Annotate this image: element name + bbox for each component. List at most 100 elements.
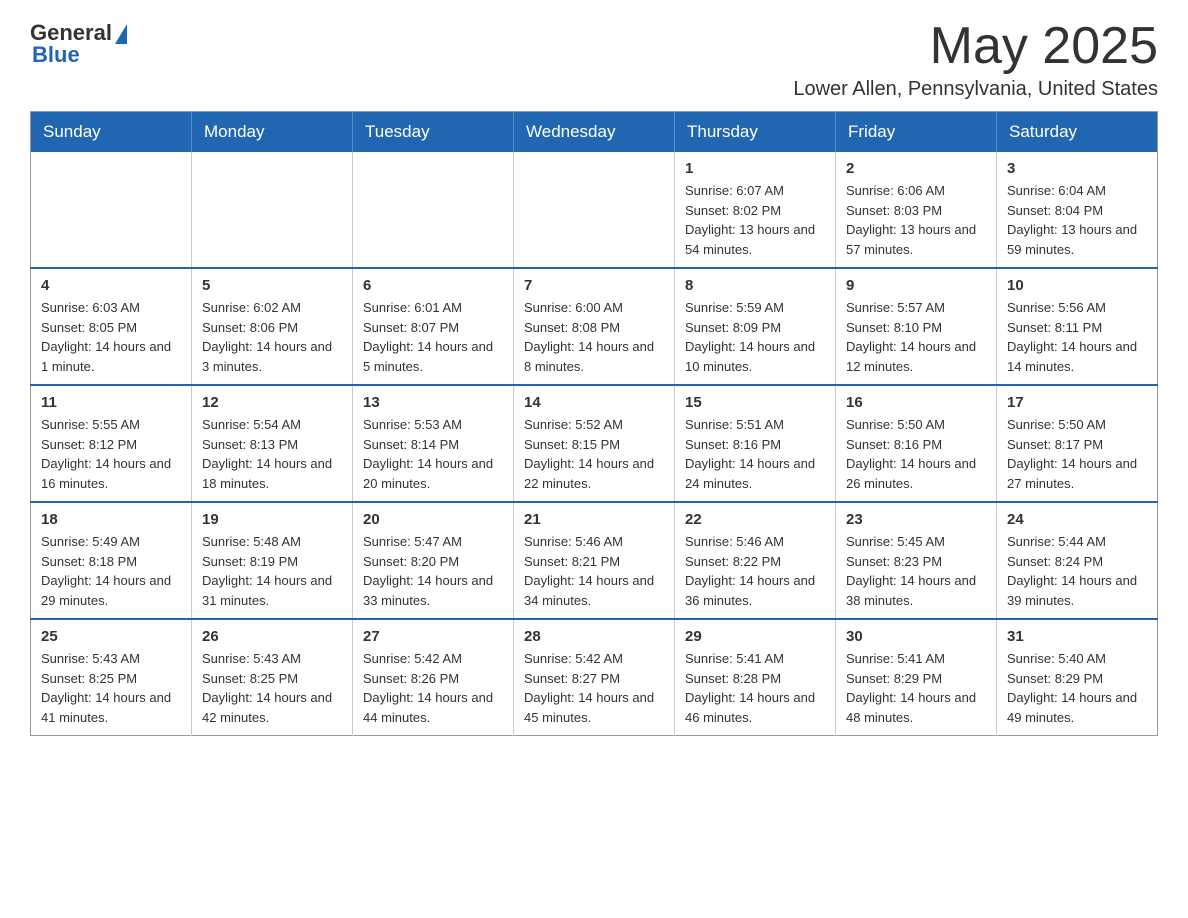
calendar-cell: 31Sunrise: 5:40 AMSunset: 8:29 PMDayligh… (997, 619, 1158, 736)
calendar-cell: 23Sunrise: 5:45 AMSunset: 8:23 PMDayligh… (836, 502, 997, 619)
calendar-cell: 11 Sunrise: 5:55 AMSunset: 8:12 PMDayligh… (31, 385, 192, 502)
day-info: Sunrise: 6:00 AMSunset: 8:08 PMDaylight:… (524, 298, 664, 376)
day-number: 13 (363, 394, 503, 411)
calendar-cell: 13 Sunrise: 5:53 AMSunset: 8:14 PMDayligh… (353, 385, 514, 502)
day-number: 29 (685, 628, 825, 645)
day-info: Sunrise: 5:57 AMSunset: 8:10 PMDaylight:… (846, 298, 986, 376)
calendar-cell (514, 152, 675, 268)
day-number: 18 (41, 511, 181, 528)
day-number: 1 (685, 160, 825, 177)
calendar-header-row: SundayMondayTuesdayWednesdayThursdayFrid… (31, 112, 1158, 153)
day-number: 21 (524, 511, 664, 528)
day-number: 2 (846, 160, 986, 177)
day-info: Sunrise: 5:51 AMSunset: 8:16 PMDaylight:… (685, 415, 825, 493)
calendar-week-row: 18 Sunrise: 5:49 AMSunset: 8:18 PMDayligh… (31, 502, 1158, 619)
day-number: 6 (363, 277, 503, 294)
day-info: Sunrise: 5:43 AMSunset: 8:25 PMDaylight:… (41, 649, 181, 727)
logo-triangle-icon (115, 24, 127, 44)
calendar-table: SundayMondayTuesdayWednesdayThursdayFrid… (30, 111, 1158, 736)
calendar-week-row: 4 Sunrise: 6:03 AMSunset: 8:05 PMDaylight… (31, 268, 1158, 385)
day-info: Sunrise: 5:55 AMSunset: 8:12 PMDaylight:… (41, 415, 181, 493)
day-info: Sunrise: 6:01 AMSunset: 8:07 PMDaylight:… (363, 298, 503, 376)
calendar-day-header: Monday (192, 112, 353, 153)
day-info: Sunrise: 5:42 AMSunset: 8:27 PMDaylight:… (524, 649, 664, 727)
day-number: 24 (1007, 511, 1147, 528)
day-info: Sunrise: 5:59 AMSunset: 8:09 PMDaylight:… (685, 298, 825, 376)
day-info: Sunrise: 5:41 AMSunset: 8:28 PMDaylight:… (685, 649, 825, 727)
day-info: Sunrise: 6:06 AMSunset: 8:03 PMDaylight:… (846, 181, 986, 259)
calendar-cell: 12 Sunrise: 5:54 AMSunset: 8:13 PMDayligh… (192, 385, 353, 502)
day-number: 26 (202, 628, 342, 645)
calendar-cell: 19 Sunrise: 5:48 AMSunset: 8:19 PMDayligh… (192, 502, 353, 619)
calendar-day-header: Tuesday (353, 112, 514, 153)
calendar-cell: 4 Sunrise: 6:03 AMSunset: 8:05 PMDaylight… (31, 268, 192, 385)
calendar-cell: 9Sunrise: 5:57 AMSunset: 8:10 PMDaylight… (836, 268, 997, 385)
calendar-cell: 17Sunrise: 5:50 AMSunset: 8:17 PMDayligh… (997, 385, 1158, 502)
day-info: Sunrise: 5:54 AMSunset: 8:13 PMDaylight:… (202, 415, 342, 493)
calendar-cell: 3Sunrise: 6:04 AMSunset: 8:04 PMDaylight… (997, 152, 1158, 268)
day-number: 15 (685, 394, 825, 411)
calendar-cell: 24 Sunrise: 5:44 AMSunset: 8:24 PMDayligh… (997, 502, 1158, 619)
day-number: 10 (1007, 277, 1147, 294)
day-number: 12 (202, 394, 342, 411)
day-number: 31 (1007, 628, 1147, 645)
day-number: 3 (1007, 160, 1147, 177)
day-number: 27 (363, 628, 503, 645)
calendar-cell: 30Sunrise: 5:41 AMSunset: 8:29 PMDayligh… (836, 619, 997, 736)
calendar-day-header: Sunday (31, 112, 192, 153)
day-info: Sunrise: 5:44 AMSunset: 8:24 PMDaylight:… (1007, 532, 1147, 610)
day-number: 16 (846, 394, 986, 411)
calendar-cell: 22 Sunrise: 5:46 AMSunset: 8:22 PMDayligh… (675, 502, 836, 619)
day-number: 25 (41, 628, 181, 645)
day-info: Sunrise: 5:53 AMSunset: 8:14 PMDaylight:… (363, 415, 503, 493)
calendar-cell: 5Sunrise: 6:02 AMSunset: 8:06 PMDaylight… (192, 268, 353, 385)
day-info: Sunrise: 5:50 AMSunset: 8:16 PMDaylight:… (846, 415, 986, 493)
day-info: Sunrise: 5:47 AMSunset: 8:20 PMDaylight:… (363, 532, 503, 610)
day-number: 8 (685, 277, 825, 294)
calendar-week-row: 1 Sunrise: 6:07 AMSunset: 8:02 PMDaylight… (31, 152, 1158, 268)
day-info: Sunrise: 5:48 AMSunset: 8:19 PMDaylight:… (202, 532, 342, 610)
day-info: Sunrise: 6:02 AMSunset: 8:06 PMDaylight:… (202, 298, 342, 376)
day-info: Sunrise: 6:07 AMSunset: 8:02 PMDaylight:… (685, 181, 825, 259)
calendar-cell: 14Sunrise: 5:52 AMSunset: 8:15 PMDayligh… (514, 385, 675, 502)
calendar-cell: 26 Sunrise: 5:43 AMSunset: 8:25 PMDayligh… (192, 619, 353, 736)
day-info: Sunrise: 5:50 AMSunset: 8:17 PMDaylight:… (1007, 415, 1147, 493)
day-info: Sunrise: 6:03 AMSunset: 8:05 PMDaylight:… (41, 298, 181, 376)
day-info: Sunrise: 5:41 AMSunset: 8:29 PMDaylight:… (846, 649, 986, 727)
location-title: Lower Allen, Pennsylvania, United States (793, 78, 1158, 101)
day-number: 20 (363, 511, 503, 528)
month-title: May 2025 (793, 20, 1158, 72)
day-number: 4 (41, 277, 181, 294)
day-info: Sunrise: 5:46 AMSunset: 8:22 PMDaylight:… (685, 532, 825, 610)
calendar-cell: 16 Sunrise: 5:50 AMSunset: 8:16 PMDayligh… (836, 385, 997, 502)
calendar-cell: 18 Sunrise: 5:49 AMSunset: 8:18 PMDayligh… (31, 502, 192, 619)
day-info: Sunrise: 5:42 AMSunset: 8:26 PMDaylight:… (363, 649, 503, 727)
calendar-cell: 28 Sunrise: 5:42 AMSunset: 8:27 PMDayligh… (514, 619, 675, 736)
day-info: Sunrise: 5:52 AMSunset: 8:15 PMDaylight:… (524, 415, 664, 493)
day-info: Sunrise: 5:45 AMSunset: 8:23 PMDaylight:… (846, 532, 986, 610)
day-info: Sunrise: 5:49 AMSunset: 8:18 PMDaylight:… (41, 532, 181, 610)
day-info: Sunrise: 5:46 AMSunset: 8:21 PMDaylight:… (524, 532, 664, 610)
day-info: Sunrise: 5:56 AMSunset: 8:11 PMDaylight:… (1007, 298, 1147, 376)
logo: General Blue (30, 20, 127, 68)
day-number: 22 (685, 511, 825, 528)
calendar-cell: 27 Sunrise: 5:42 AMSunset: 8:26 PMDayligh… (353, 619, 514, 736)
logo-blue-text: Blue (30, 42, 80, 68)
title-section: May 2025 Lower Allen, Pennsylvania, Unit… (793, 20, 1158, 101)
calendar-week-row: 11 Sunrise: 5:55 AMSunset: 8:12 PMDayligh… (31, 385, 1158, 502)
calendar-cell: 8 Sunrise: 5:59 AMSunset: 8:09 PMDaylight… (675, 268, 836, 385)
calendar-cell: 15 Sunrise: 5:51 AMSunset: 8:16 PMDayligh… (675, 385, 836, 502)
calendar-cell (31, 152, 192, 268)
day-number: 28 (524, 628, 664, 645)
calendar-day-header: Saturday (997, 112, 1158, 153)
calendar-day-header: Friday (836, 112, 997, 153)
calendar-cell: 21 Sunrise: 5:46 AMSunset: 8:21 PMDayligh… (514, 502, 675, 619)
page-header: General Blue May 2025 Lower Allen, Penns… (30, 20, 1158, 101)
calendar-cell: 10 Sunrise: 5:56 AMSunset: 8:11 PMDayligh… (997, 268, 1158, 385)
calendar-week-row: 25 Sunrise: 5:43 AMSunset: 8:25 PMDayligh… (31, 619, 1158, 736)
day-number: 19 (202, 511, 342, 528)
calendar-cell (353, 152, 514, 268)
day-info: Sunrise: 5:43 AMSunset: 8:25 PMDaylight:… (202, 649, 342, 727)
day-number: 11 (41, 394, 181, 411)
calendar-cell: 20 Sunrise: 5:47 AMSunset: 8:20 PMDayligh… (353, 502, 514, 619)
